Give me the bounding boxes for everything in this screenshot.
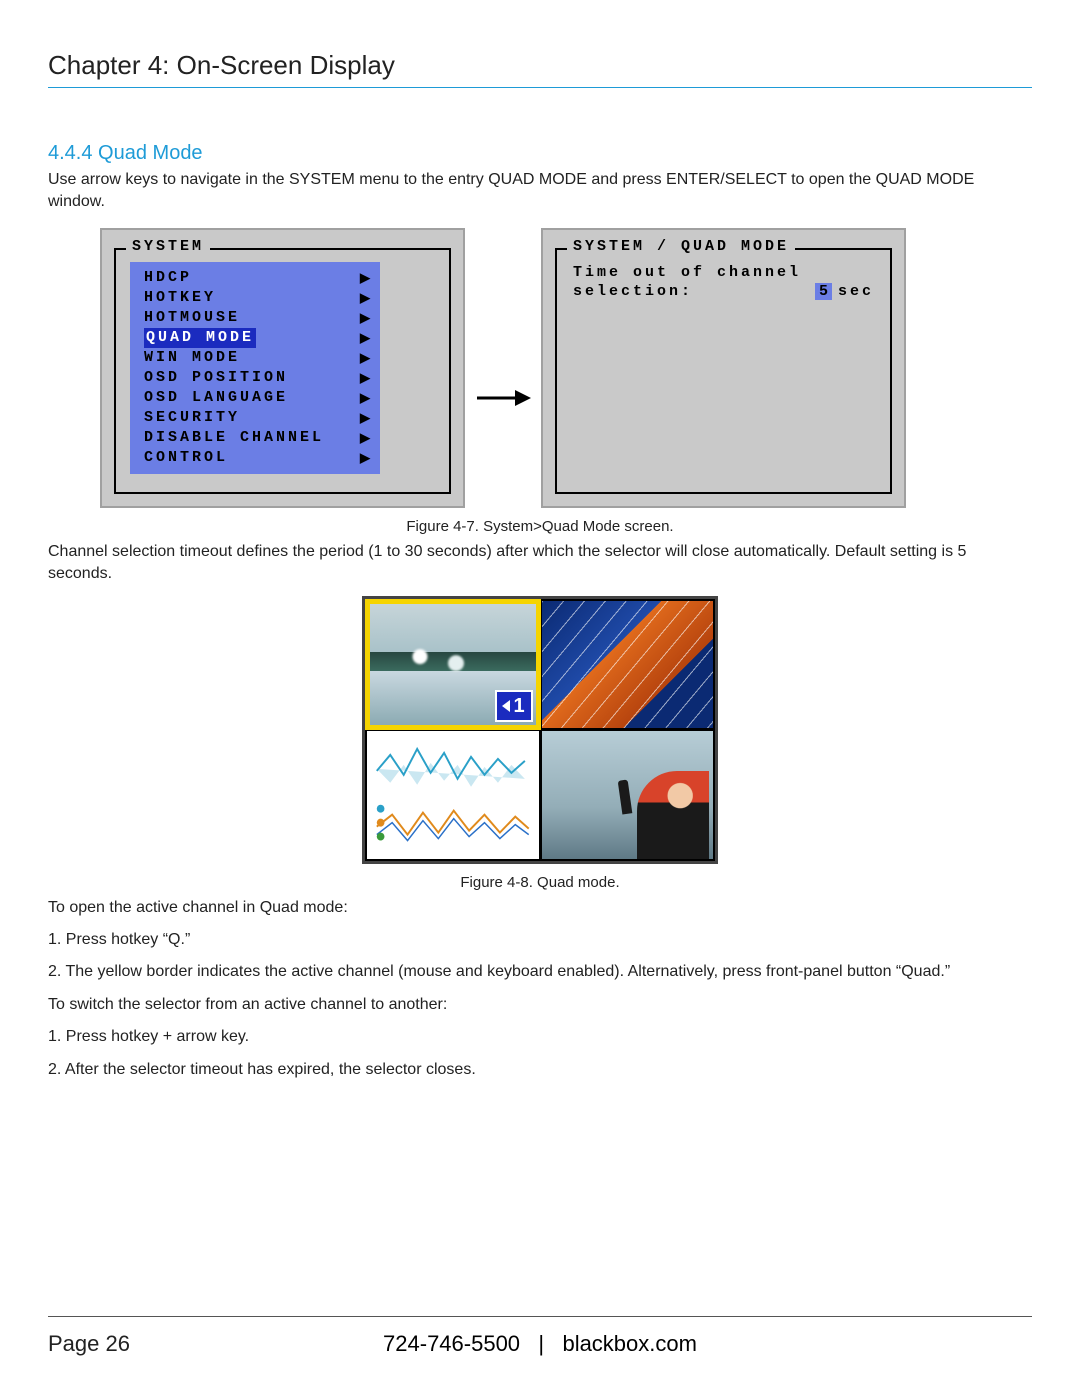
system-menu-list: HDCP ▶ HOTKEY ▶ HOTMOUSE ▶ QUAD MODE ▶ WIN MODE ▶…	[130, 262, 380, 474]
osd-quadmode-tab: SYSTEM / QUAD MODE	[567, 238, 795, 255]
menu-item-label: OSD POSITION	[144, 368, 288, 388]
system-menu-item[interactable]: QUAD MODE ▶	[130, 328, 380, 348]
chevron-right-icon: ▶	[360, 368, 370, 388]
timeout-label: selection:	[573, 283, 693, 300]
footer-phone: 724-746-5500	[383, 1331, 520, 1356]
timeout-line1: Time out of channel	[573, 264, 874, 281]
system-menu-item[interactable]: CONTROL ▶	[130, 448, 380, 468]
osd-quadmode-panel: SYSTEM / QUAD MODE Time out of channel s…	[541, 228, 906, 508]
system-menu-item[interactable]: WIN MODE ▶	[130, 348, 380, 368]
chevron-right-icon: ▶	[360, 408, 370, 428]
chevron-right-icon: ▶	[360, 288, 370, 308]
chapter-divider	[48, 87, 1032, 88]
osd-quadmode-frame: SYSTEM / QUAD MODE Time out of channel s…	[555, 248, 892, 494]
figure-4-8-caption: Figure 4-8. Quad mode.	[48, 874, 1032, 891]
chevron-right-icon: ▶	[360, 388, 370, 408]
chevron-right-icon: ▶	[360, 268, 370, 288]
menu-item-label: OSD LANGUAGE	[144, 388, 288, 408]
quadmode-content: Time out of channel selection: 5 sec	[573, 264, 874, 300]
quad-channel-1: 1	[367, 601, 539, 729]
quad-channel-3	[367, 731, 539, 859]
menu-item-label: QUAD MODE	[144, 328, 256, 348]
footer-site: blackbox.com	[562, 1331, 697, 1356]
chevron-right-icon: ▶	[360, 448, 370, 468]
menu-item-label: SECURITY	[144, 408, 240, 428]
timeout-paragraph: Channel selection timeout defines the pe…	[48, 541, 1032, 586]
menu-item-label: HOTKEY	[144, 288, 216, 308]
section-title: 4.4.4 Quad Mode	[48, 142, 1032, 165]
system-menu-item[interactable]: SECURITY ▶	[130, 408, 380, 428]
active-channel-badge: 1	[495, 690, 533, 722]
osd-system-panel: SYSTEM HDCP▶HOTKEY▶HOTMOUSE▶QUAD MODE▶WI…	[100, 228, 465, 508]
section-intro: Use arrow keys to navigate in the SYSTEM…	[48, 169, 1032, 214]
figure-4-7-caption: Figure 4-7. System>Quad Mode screen.	[48, 518, 1032, 535]
chevron-right-icon: ▶	[360, 428, 370, 448]
instruction-line: 2. After the selector timeout has expire…	[48, 1059, 1032, 1081]
instruction-line: 2. The yellow border indicates the activ…	[48, 961, 1032, 983]
footer-divider	[48, 1316, 1032, 1317]
footer-separator: |	[538, 1331, 544, 1356]
instruction-line: To switch the selector from an active ch…	[48, 994, 1032, 1016]
system-menu-item[interactable]: DISABLE CHANNEL ▶	[130, 428, 380, 448]
figure-4-7-row: SYSTEM HDCP▶HOTKEY▶HOTMOUSE▶QUAD MODE▶WI…	[100, 228, 1032, 508]
system-menu-item[interactable]: HOTMOUSE ▶	[130, 308, 380, 328]
chevron-right-icon: ▶	[360, 308, 370, 328]
menu-item-label: DISABLE CHANNEL	[144, 428, 324, 448]
osd-system-tab: SYSTEM	[126, 238, 210, 255]
timeout-unit: sec	[838, 283, 874, 300]
chevron-right-icon: ▶	[360, 348, 370, 368]
osd-system-frame: SYSTEM HDCP▶HOTKEY▶HOTMOUSE▶QUAD MODE▶WI…	[114, 248, 451, 494]
menu-item-label: HOTMOUSE	[144, 308, 240, 328]
system-menu-item[interactable]: HDCP ▶	[130, 268, 380, 288]
menu-item-label: WIN MODE	[144, 348, 240, 368]
page-footer: Page 26 724-746-5500 | blackbox.com	[48, 1316, 1032, 1357]
quad-channel-4	[542, 731, 714, 859]
menu-item-label: CONTROL	[144, 448, 228, 468]
instruction-line: To open the active channel in Quad mode:	[48, 897, 1032, 919]
instructions-block: To open the active channel in Quad mode:…	[48, 897, 1032, 1081]
menu-item-label: HDCP	[144, 268, 192, 288]
quad-channel-2	[542, 601, 714, 729]
timeout-value[interactable]: 5	[815, 283, 832, 300]
system-menu-item[interactable]: OSD POSITION ▶	[130, 368, 380, 388]
footer-contact: 724-746-5500 | blackbox.com	[48, 1331, 1032, 1357]
section-name: Quad Mode	[98, 142, 203, 164]
system-menu-item[interactable]: HOTKEY ▶	[130, 288, 380, 308]
arrow-right-icon	[475, 387, 531, 409]
chevron-right-icon: ▶	[360, 328, 370, 348]
figure-4-8-quad-preview: 1	[362, 596, 718, 864]
chapter-title: Chapter 4: On-Screen Display	[48, 50, 1032, 81]
instruction-line: 1. Press hotkey + arrow key.	[48, 1026, 1032, 1048]
instruction-line: 1. Press hotkey “Q.”	[48, 929, 1032, 951]
system-menu-item[interactable]: OSD LANGUAGE ▶	[130, 388, 380, 408]
section-number: 4.4.4	[48, 142, 92, 164]
